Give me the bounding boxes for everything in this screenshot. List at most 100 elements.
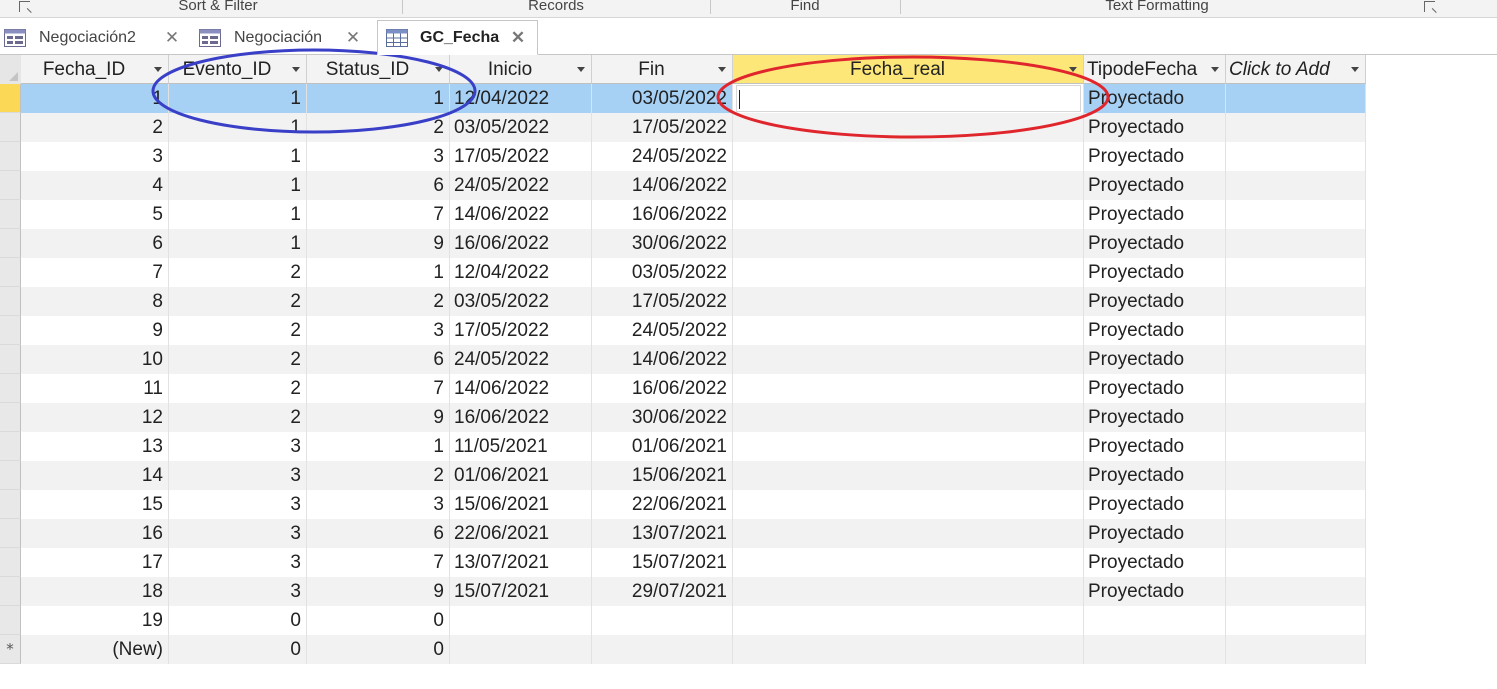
cell-status-id[interactable]: 2 — [307, 287, 450, 316]
cell-tipodefecha[interactable]: Proyectado — [1084, 142, 1226, 171]
cell-fecha-id[interactable]: 4 — [21, 171, 169, 200]
cell-tipodefecha[interactable]: Proyectado — [1084, 490, 1226, 519]
cell-evento-id[interactable]: 2 — [169, 403, 307, 432]
table-row[interactable]: 5 1 7 14/06/2022 16/06/2022 Proyectado — [0, 200, 1366, 229]
cell-tipodefecha[interactable]: Proyectado — [1084, 229, 1226, 258]
cell-status-id[interactable]: 9 — [307, 577, 450, 606]
select-all-corner[interactable] — [0, 55, 22, 85]
record-selector[interactable] — [0, 403, 21, 432]
cell-fecha-id[interactable]: 5 — [21, 200, 169, 229]
cell-click-to-add[interactable] — [1226, 374, 1366, 403]
cell-status-id[interactable]: 7 — [307, 548, 450, 577]
table-row[interactable]: 16 3 6 22/06/2021 13/07/2021 Proyectado — [0, 519, 1366, 548]
cell-fecha-real[interactable] — [733, 461, 1084, 490]
cell-fecha-real[interactable] — [733, 519, 1084, 548]
cell-evento-id[interactable]: 1 — [169, 84, 307, 113]
table-row[interactable]: 12 2 9 16/06/2022 30/06/2022 Proyectado — [0, 403, 1366, 432]
cell-inicio[interactable]: 12/04/2022 — [450, 84, 592, 113]
cell-inicio[interactable]: 16/06/2022 — [450, 229, 592, 258]
cell-fecha-id[interactable]: 7 — [21, 258, 169, 287]
cell-fecha-id[interactable]: 18 — [21, 577, 169, 606]
cell-inicio[interactable]: 03/05/2022 — [450, 113, 592, 142]
cell-evento-id[interactable]: 3 — [169, 490, 307, 519]
new-record-row[interactable]: * (New) 0 0 — [0, 635, 1366, 664]
tab-negociacion2[interactable]: Negociación2 ✕ — [0, 22, 190, 54]
table-row[interactable]: 11 2 7 14/06/2022 16/06/2022 Proyectado — [0, 374, 1366, 403]
cell-tipodefecha[interactable]: Proyectado — [1084, 548, 1226, 577]
cell-fecha-id[interactable]: 8 — [21, 287, 169, 316]
cell-evento-id[interactable]: 0 — [169, 635, 307, 664]
cell-status-id[interactable]: 7 — [307, 374, 450, 403]
cell-evento-id[interactable]: 2 — [169, 316, 307, 345]
cell-tipodefecha[interactable]: Proyectado — [1084, 113, 1226, 142]
cell-evento-id[interactable]: 3 — [169, 461, 307, 490]
table-row[interactable]: 1 1 1 12/04/2022 03/05/2022 Proyectado — [0, 84, 1366, 113]
cell-fin[interactable]: 29/07/2021 — [592, 577, 733, 606]
cell-fin[interactable]: 24/05/2022 — [592, 316, 733, 345]
table-row[interactable]: 8 2 2 03/05/2022 17/05/2022 Proyectado — [0, 287, 1366, 316]
cell-click-to-add[interactable] — [1226, 142, 1366, 171]
cell-status-id[interactable]: 9 — [307, 403, 450, 432]
cell-inicio[interactable]: 14/06/2022 — [450, 200, 592, 229]
record-selector[interactable] — [0, 606, 21, 635]
cell-status-id[interactable]: 0 — [307, 606, 450, 635]
cell-fecha-id[interactable]: 6 — [21, 229, 169, 258]
cell-click-to-add[interactable] — [1226, 577, 1366, 606]
cell-fecha-real[interactable] — [733, 142, 1084, 171]
cell-tipodefecha[interactable]: Proyectado — [1084, 432, 1226, 461]
cell-fin[interactable] — [592, 635, 733, 664]
cell-status-id[interactable]: 1 — [307, 84, 450, 113]
cell-click-to-add[interactable] — [1226, 548, 1366, 577]
table-row[interactable]: 18 3 9 15/07/2021 29/07/2021 Proyectado — [0, 577, 1366, 606]
cell-fecha-real[interactable] — [733, 258, 1084, 287]
column-header-tipodefecha[interactable]: TipodeFecha — [1084, 55, 1226, 84]
cell-status-id[interactable]: 2 — [307, 461, 450, 490]
cell-click-to-add[interactable] — [1226, 287, 1366, 316]
cell-tipodefecha[interactable]: Proyectado — [1084, 374, 1226, 403]
cell-evento-id[interactable]: 2 — [169, 374, 307, 403]
table-row[interactable]: 10 2 6 24/05/2022 14/06/2022 Proyectado — [0, 345, 1366, 374]
cell-tipodefecha[interactable]: Proyectado — [1084, 200, 1226, 229]
cell-status-id[interactable]: 7 — [307, 200, 450, 229]
cell-fecha-id[interactable]: 13 — [21, 432, 169, 461]
cell-inicio[interactable]: 01/06/2021 — [450, 461, 592, 490]
cell-fin[interactable]: 24/05/2022 — [592, 142, 733, 171]
cell-evento-id[interactable]: 2 — [169, 345, 307, 374]
cell-inicio[interactable]: 17/05/2022 — [450, 142, 592, 171]
cell-tipodefecha[interactable]: Proyectado — [1084, 316, 1226, 345]
table-row[interactable]: 7 2 1 12/04/2022 03/05/2022 Proyectado — [0, 258, 1366, 287]
column-header-click-to-add[interactable]: Click to Add — [1226, 55, 1366, 84]
record-selector[interactable] — [0, 229, 21, 258]
cell-click-to-add[interactable] — [1226, 84, 1366, 113]
cell-inicio[interactable]: 15/07/2021 — [450, 577, 592, 606]
table-row[interactable]: 13 3 1 11/05/2021 01/06/2021 Proyectado — [0, 432, 1366, 461]
dialog-launcher-icon[interactable] — [19, 1, 30, 12]
cell-evento-id[interactable]: 1 — [169, 200, 307, 229]
cell-fecha-real[interactable] — [733, 432, 1084, 461]
column-header-fin[interactable]: Fin — [592, 55, 733, 84]
cell-tipodefecha[interactable]: Proyectado — [1084, 519, 1226, 548]
record-selector[interactable] — [0, 200, 21, 229]
cell-fin[interactable]: 15/07/2021 — [592, 548, 733, 577]
cell-fin[interactable]: 16/06/2022 — [592, 374, 733, 403]
cell-fecha-real[interactable] — [733, 171, 1084, 200]
cell-fecha-real[interactable] — [733, 287, 1084, 316]
cell-tipodefecha[interactable]: Proyectado — [1084, 171, 1226, 200]
cell-fin[interactable]: 03/05/2022 — [592, 84, 733, 113]
cell-fecha-id[interactable]: 11 — [21, 374, 169, 403]
cell-evento-id[interactable]: 1 — [169, 171, 307, 200]
cell-fecha-id[interactable]: 9 — [21, 316, 169, 345]
record-selector[interactable] — [0, 287, 21, 316]
dropdown-arrow-icon[interactable] — [435, 67, 443, 72]
table-row[interactable]: 4 1 6 24/05/2022 14/06/2022 Proyectado — [0, 171, 1366, 200]
column-header-evento-id[interactable]: Evento_ID — [169, 55, 307, 84]
tab-negociacion[interactable]: Negociación ✕ — [195, 22, 375, 54]
table-row[interactable]: 19 0 0 — [0, 606, 1366, 635]
cell-inicio[interactable]: 16/06/2022 — [450, 403, 592, 432]
cell-inicio[interactable]: 15/06/2021 — [450, 490, 592, 519]
cell-click-to-add[interactable] — [1226, 171, 1366, 200]
cell-evento-id[interactable]: 3 — [169, 519, 307, 548]
cell-tipodefecha[interactable] — [1084, 606, 1226, 635]
column-header-status-id[interactable]: Status_ID — [307, 55, 450, 84]
cell-inicio[interactable]: 17/05/2022 — [450, 316, 592, 345]
